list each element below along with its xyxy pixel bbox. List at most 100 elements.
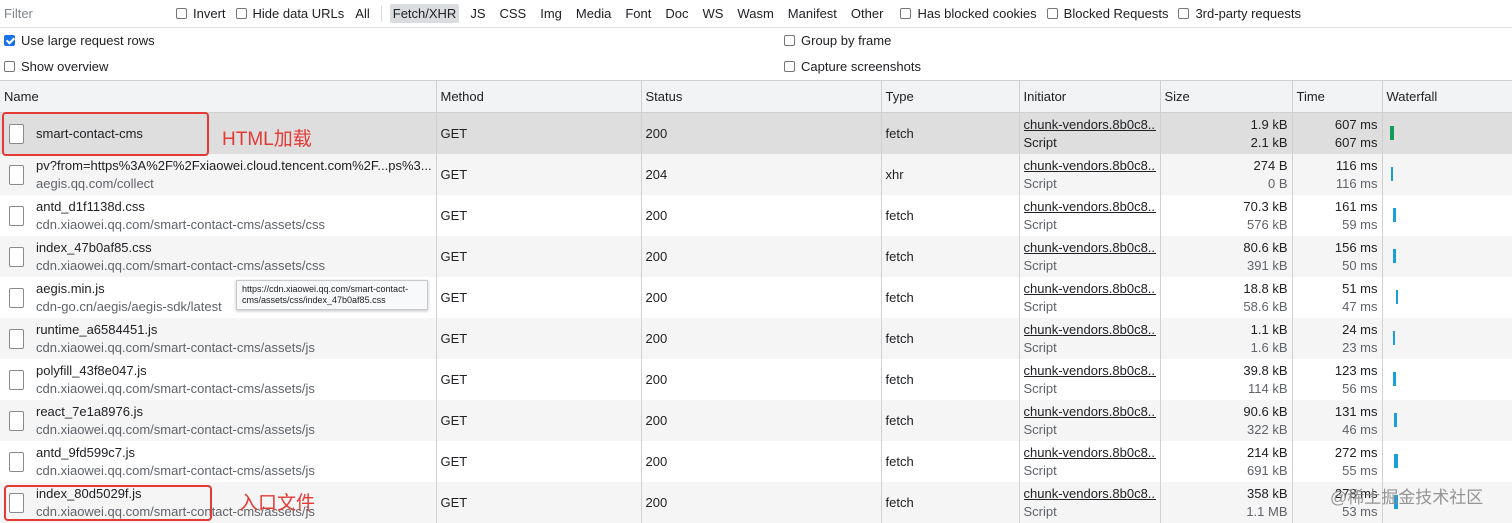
large-rows-checkbox[interactable]: Use large request rows [4, 33, 155, 48]
type-filter-doc[interactable]: Doc [662, 4, 691, 23]
type-filter-media[interactable]: Media [573, 4, 614, 23]
file-icon [9, 205, 24, 226]
request-time: 24 ms [1342, 321, 1378, 337]
request-status: 200 [641, 482, 882, 523]
waterfall-bar [1389, 126, 1394, 140]
transfer-size: 39.8 kB [1243, 362, 1288, 378]
type-filter-other[interactable]: Other [848, 4, 887, 23]
request-status: 204 [641, 154, 882, 195]
has-blocked-cookies-box[interactable] [900, 8, 912, 19]
initiator-link[interactable]: chunk-vendors.8b0c8... [1024, 239, 1156, 257]
type-filter-all[interactable]: All [352, 4, 372, 23]
initiator-link[interactable]: chunk-vendors.8b0c8... [1024, 362, 1156, 380]
table-row[interactable]: index_47b0af85.css cdn.xiaowei.qq.com/sma… [0, 236, 1512, 277]
initiator-link[interactable]: chunk-vendors.8b0c8... [1024, 280, 1156, 298]
blocked-requests-checkbox[interactable]: Blocked Requests [1046, 6, 1169, 21]
settings-pane: Use large request rows Show overview Gro… [0, 28, 1512, 81]
large-rows-box[interactable] [4, 35, 15, 46]
type-filter-wasm[interactable]: Wasm [734, 4, 776, 23]
type-filter-font[interactable]: Font [622, 4, 654, 23]
request-status: 200 [641, 236, 882, 277]
table-row[interactable]: react_7e1a8976.js cdn.xiaowei.qq.com/smar… [0, 400, 1512, 441]
initiator-link[interactable]: chunk-vendors.8b0c8... [1024, 403, 1156, 421]
request-path: cdn.xiaowei.qq.com/smart-contact-cms/ass… [36, 462, 315, 478]
blocked-requests-label: Blocked Requests [1063, 6, 1169, 21]
annotation-html-load: HTML加载 [222, 129, 312, 150]
request-type: fetch [881, 277, 1020, 318]
initiator-type: Script [1023, 339, 1057, 355]
column-header-waterfall[interactable]: Waterfall [1382, 81, 1512, 113]
hide-data-urls-box[interactable] [235, 8, 247, 19]
request-path: cdn.xiaowei.qq.com/smart-contact-cms/ass… [36, 421, 315, 437]
third-party-box[interactable] [1178, 8, 1190, 19]
waterfall-bar [1393, 413, 1397, 427]
waterfall-cell [1387, 236, 1508, 277]
initiator-link[interactable]: chunk-vendors.8b0c8... [1024, 485, 1156, 503]
waterfall-cell [1387, 318, 1508, 359]
transfer-size: 80.6 kB [1243, 239, 1288, 255]
capture-screenshots-checkbox[interactable]: Capture screenshots [784, 59, 921, 74]
type-filter-js[interactable]: JS [467, 4, 488, 23]
table-row[interactable]: index_80d5029f.js cdn.xiaowei.qq.com/smar… [0, 482, 1512, 523]
table-row[interactable]: pv?from=https%3A%2F%2Fxiaowei.cloud.tenc… [0, 154, 1512, 195]
invert-checkbox[interactable]: Invert [176, 6, 226, 21]
capture-screenshots-box[interactable] [784, 61, 795, 72]
table-row[interactable]: polyfill_43f8e047.js cdn.xiaowei.qq.com/s… [0, 359, 1512, 400]
table-row[interactable]: aegis.min.js cdn-go.cn/aegis/aegis-sdk/la… [0, 277, 1512, 318]
show-overview-box[interactable] [4, 61, 15, 72]
waterfall-cell [1387, 154, 1508, 195]
request-name: polyfill_43f8e047.js [36, 362, 147, 378]
initiator-link[interactable]: chunk-vendors.8b0c8... [1024, 116, 1156, 134]
url-tooltip: https://cdn.xiaowei.qq.com/smart-contact… [236, 280, 428, 310]
request-status: 200 [641, 112, 882, 154]
table-row[interactable]: runtime_a6584451.js cdn.xiaowei.qq.com/sm… [0, 318, 1512, 359]
column-header-method[interactable]: Method [436, 81, 642, 113]
group-by-frame-checkbox[interactable]: Group by frame [784, 33, 891, 48]
type-filter-ws[interactable]: WS [699, 4, 726, 23]
request-status: 200 [641, 277, 882, 318]
annotation-box-entry-file [4, 485, 212, 521]
request-status: 200 [641, 359, 882, 400]
file-icon [9, 369, 24, 390]
group-by-frame-box[interactable] [784, 35, 795, 46]
type-filter-manifest[interactable]: Manifest [785, 4, 840, 23]
request-name: index_47b0af85.css [36, 239, 152, 255]
hide-data-urls-checkbox[interactable]: Hide data URLs [235, 6, 344, 21]
column-header-initiator[interactable]: Initiator [1019, 81, 1161, 113]
resource-size: 391 kB [1247, 257, 1288, 273]
initiator-type: Script [1023, 134, 1057, 150]
initiator-link[interactable]: chunk-vendors.8b0c8... [1024, 444, 1156, 462]
initiator-link[interactable]: chunk-vendors.8b0c8... [1024, 198, 1156, 216]
has-blocked-cookies-label: Has blocked cookies [917, 6, 1037, 21]
initiator-link[interactable]: chunk-vendors.8b0c8... [1024, 321, 1156, 339]
column-header-time[interactable]: Time [1292, 81, 1383, 113]
request-time: 161 ms [1334, 198, 1378, 214]
table-row[interactable]: antd_9fd599c7.js cdn.xiaowei.qq.com/smart… [0, 441, 1512, 482]
third-party-checkbox[interactable]: 3rd-party requests [1178, 6, 1301, 21]
column-header-size[interactable]: Size [1160, 81, 1293, 113]
filter-input[interactable] [2, 4, 166, 23]
type-filter-img[interactable]: Img [537, 4, 565, 23]
transfer-size: 358 kB [1247, 485, 1288, 501]
resource-size: 2.1 kB [1250, 134, 1288, 150]
has-blocked-cookies-checkbox[interactable]: Has blocked cookies [900, 6, 1037, 21]
column-header-status[interactable]: Status [641, 81, 882, 113]
table-row[interactable]: antd_d1f1138d.css cdn.xiaowei.qq.com/smar… [0, 195, 1512, 236]
file-icon [9, 328, 24, 349]
file-icon [9, 246, 24, 267]
type-filter-separator [380, 5, 382, 22]
request-time: 156 ms [1334, 239, 1378, 255]
type-filter-fetch-xhr[interactable]: Fetch/XHR [389, 4, 460, 23]
type-filter-css[interactable]: CSS [497, 4, 530, 23]
blocked-requests-box[interactable] [1046, 8, 1058, 19]
column-header-name[interactable]: Name [0, 81, 437, 113]
column-header-type[interactable]: Type [881, 81, 1020, 113]
show-overview-label: Show overview [21, 59, 109, 74]
initiator-link[interactable]: chunk-vendors.8b0c8... [1024, 157, 1156, 175]
invert-checkbox-box[interactable] [176, 8, 187, 19]
show-overview-checkbox[interactable]: Show overview [4, 59, 108, 74]
request-method: GET [436, 195, 642, 236]
request-latency: 23 ms [1342, 339, 1378, 355]
transfer-size: 1.1 kB [1250, 321, 1288, 337]
resource-size: 1.1 MB [1246, 503, 1288, 519]
